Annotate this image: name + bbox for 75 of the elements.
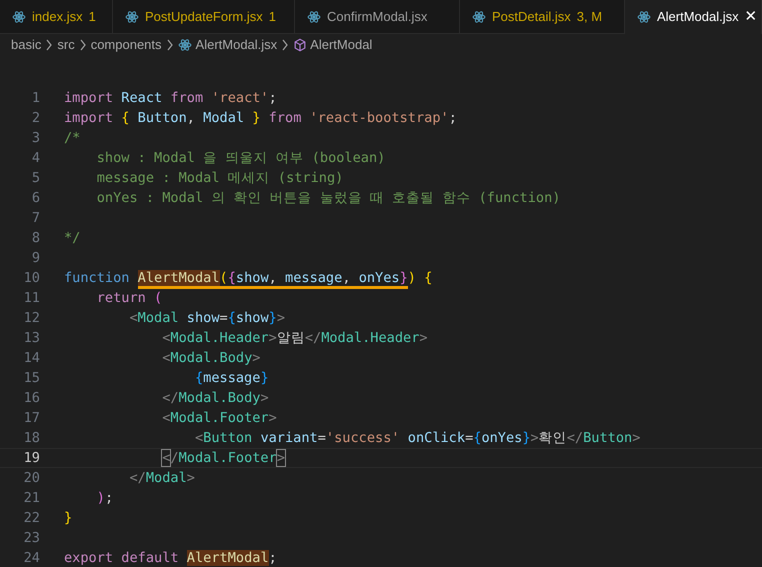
line-number: 24	[22, 548, 40, 567]
code-line: <Modal.Footer>	[161, 408, 277, 428]
line-number: 20	[22, 468, 40, 488]
problem-count: 1	[88, 8, 96, 26]
code-line: show : Modal 을 띄울지 여부 (boolean)	[96, 148, 386, 168]
code-line: <Modal show={show}>	[128, 308, 286, 328]
line-number: 5	[30, 168, 40, 188]
code-line: {message}	[194, 368, 269, 388]
code-line: onYes : Modal 의 확인 버튼을 눌렀을 때 호출될 함수 (function)	[96, 188, 560, 208]
line-number: 22	[22, 508, 40, 528]
breadcrumb-item[interactable]: basic	[11, 35, 42, 55]
problem-count: 1	[268, 8, 276, 26]
breadcrumb-item[interactable]: AlertModal	[310, 35, 372, 55]
code-line: <Modal.Header>알림</Modal.Header>	[161, 328, 428, 348]
close-icon[interactable]: ✕	[744, 6, 758, 28]
code-line: return (	[96, 288, 162, 308]
line-number: 15	[22, 368, 40, 388]
line-number: 16	[22, 388, 40, 408]
tab-label: index.jsx	[32, 8, 83, 26]
line-number: 7	[30, 208, 40, 228]
line-number: 6	[30, 188, 40, 208]
react-icon	[125, 10, 139, 24]
editor-tab[interactable]: ConfirmModal.jsx	[295, 0, 460, 34]
react-icon	[637, 10, 651, 24]
react-icon	[307, 10, 321, 24]
line-number: 10	[22, 268, 40, 288]
line-number: 11	[22, 288, 40, 308]
editor-tab[interactable]: PostDetail.jsx 3, M	[460, 0, 625, 34]
line-number: 12	[22, 308, 40, 328]
cube-icon	[293, 38, 308, 52]
line-number: 13	[22, 328, 40, 348]
chevron-icon	[166, 39, 174, 51]
code-line: }	[64, 508, 72, 528]
code-line: */	[64, 228, 80, 248]
line-number: 4	[30, 148, 40, 168]
line-number: 3	[30, 128, 40, 148]
editor-tab[interactable]: AlertModal.jsx ✕	[625, 0, 762, 34]
code-line: export default AlertModal;	[64, 548, 277, 567]
line-number: 1	[30, 88, 40, 108]
code-line: import { Button, Modal } from 'react-bootstrap';	[64, 108, 457, 128]
breadcrumb-item[interactable]: components	[90, 35, 162, 55]
chevron-icon	[78, 39, 87, 51]
chevron-icon	[45, 39, 54, 51]
line-number: 2	[30, 108, 40, 128]
tab-label: PostDetail.jsx	[492, 8, 571, 26]
code-line: );	[96, 488, 114, 508]
problem-count: 3, M	[576, 8, 602, 26]
line-number: 18	[22, 428, 40, 448]
line-number: 19	[22, 448, 40, 468]
line-number: 21	[22, 488, 40, 508]
code-line: message : Modal 메세지 (string)	[96, 168, 344, 188]
code-line: </Modal.Footer>	[161, 448, 285, 468]
code-line: </Modal>	[128, 468, 195, 488]
line-number: 14	[22, 348, 40, 368]
chevron-icon	[281, 39, 290, 51]
tab-label: PostUpdateForm.jsx	[145, 8, 263, 26]
tab-label: AlertModal.jsx	[657, 8, 739, 26]
react-icon	[472, 10, 486, 24]
editor-tab[interactable]: PostUpdateForm.jsx 1	[113, 0, 295, 34]
code-line: import React from 'react';	[64, 88, 277, 108]
line-number: 8	[30, 228, 40, 248]
breadcrumb-item[interactable]: AlertModal.jsx	[196, 35, 278, 55]
code-line: /*	[64, 128, 80, 148]
code-line: function AlertModal({show, message, onYes}) {	[64, 268, 432, 288]
line-number: 9	[30, 248, 40, 268]
editor-tab[interactable]: index.jsx 1	[0, 0, 113, 34]
line-number: 17	[22, 408, 40, 428]
code-line: </Modal.Body>	[161, 388, 269, 408]
line-number: 23	[22, 528, 40, 548]
code-line: <Button variant='success' onClick={onYes}>확인</Button>	[194, 428, 640, 448]
code-line: <Modal.Body>	[161, 348, 260, 368]
react-icon	[12, 10, 26, 24]
tab-label: ConfirmModal.jsx	[327, 8, 428, 26]
breadcrumb-item[interactable]: src	[57, 35, 75, 55]
react-icon	[178, 38, 192, 52]
